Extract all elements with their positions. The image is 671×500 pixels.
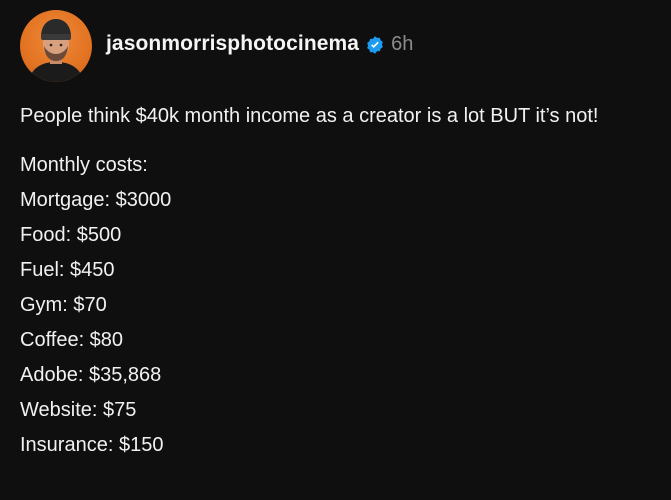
list-item: Insurance: $150 [20,434,164,456]
list-item: Food: $500 [20,224,122,246]
list-item: Adobe: $35,868 [20,364,162,386]
author-line: jasonmorrisphotocinema 6h [106,32,413,56]
post-header: jasonmorrisphotocinema 6h [20,9,413,83]
post-timestamp[interactable]: 6h [391,33,413,56]
post-body: People think $40k month income as a crea… [20,100,655,463]
post-intro-text: People think $40k month income as a crea… [20,105,599,127]
costs-list: Mortgage: $3000 Food: $500 Fuel: $450 Gy… [20,183,655,463]
username-link[interactable]: jasonmorrisphotocinema [106,32,359,56]
list-item: Fuel: $450 [20,259,115,281]
avatar-photo-icon [28,19,84,82]
costs-heading: Monthly costs: [20,154,148,176]
list-item: Mortgage: $3000 [20,189,172,211]
list-item: Coffee: $80 [20,329,124,351]
verified-badge-icon [365,35,385,55]
list-item: Website: $75 [20,399,137,421]
list-item: Gym: $70 [20,294,107,316]
avatar[interactable] [20,10,92,82]
